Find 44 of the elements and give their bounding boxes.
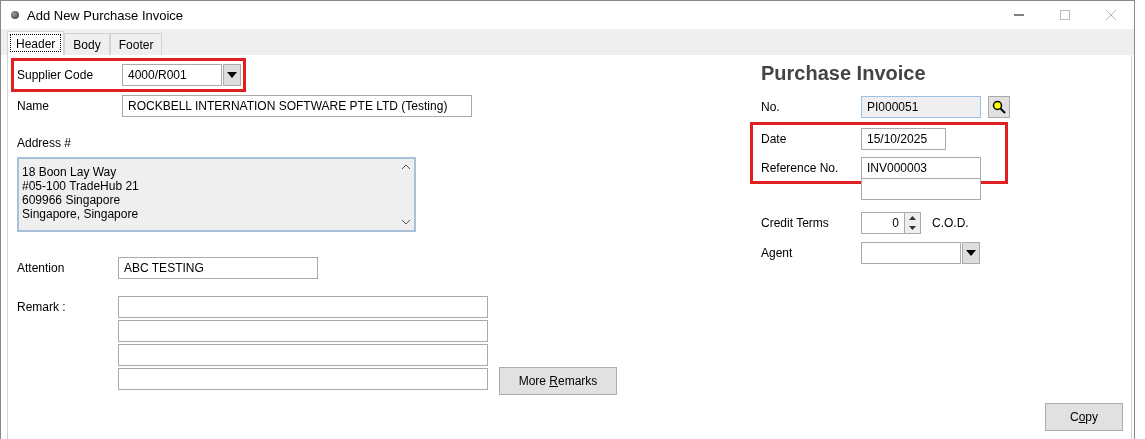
date-field[interactable]: 15/10/2025: [861, 127, 946, 150]
window-title: Add New Purchase Invoice: [27, 7, 184, 23]
copy-button[interactable]: Copy: [1045, 403, 1123, 431]
credit-terms-unit: C.O.D.: [932, 216, 969, 230]
close-icon: [1105, 9, 1117, 21]
field-label: Remark :: [17, 299, 67, 314]
tab[interactable]: Footer: [109, 33, 163, 55]
field-label: Attention: [17, 261, 66, 275]
scroll-down-icon[interactable]: [402, 220, 410, 225]
agent-field[interactable]: [861, 242, 961, 264]
search-button[interactable]: [988, 96, 1010, 118]
remark-field[interactable]: [118, 344, 488, 366]
maximize-icon: [1059, 9, 1071, 21]
form-heading: Purchase Invoice: [760, 62, 927, 86]
dropdown-button[interactable]: [223, 64, 241, 86]
reference-field[interactable]: INV000003: [861, 156, 981, 179]
field-label: Supplier Code: [17, 68, 95, 82]
field-label: Agent: [761, 246, 794, 260]
remark-field[interactable]: [118, 368, 488, 390]
attention-field[interactable]: ABC TESTING: [118, 257, 318, 279]
field-label: Date: [761, 131, 788, 146]
field-label: Address #: [17, 136, 73, 150]
remark-field[interactable]: [118, 296, 488, 318]
spinner-buttons[interactable]: [905, 212, 921, 234]
text-field[interactable]: [861, 178, 981, 200]
caret-icon: [227, 72, 237, 78]
field-label: Name: [17, 99, 50, 113]
field-label: Reference No.: [761, 160, 840, 175]
app-icon: [11, 11, 19, 19]
search-icon: [992, 100, 1006, 114]
caret-icon: [966, 250, 976, 256]
supplier-code-field[interactable]: 4000/R001: [122, 64, 222, 86]
field-label: Credit Terms: [761, 216, 830, 230]
more-remarks-button[interactable]: More Remarks: [499, 367, 617, 395]
dropdown-button[interactable]: [962, 242, 980, 264]
address-field[interactable]: 18 Boon Lay Way #05-100 TradeHub 21 609966 Singapore Singapore, Singapore: [17, 157, 416, 232]
tab[interactable]: Header: [7, 31, 65, 55]
scroll-up-icon[interactable]: [402, 164, 410, 169]
remark-field[interactable]: [118, 320, 488, 342]
tab[interactable]: Body: [64, 33, 110, 55]
credit-terms-field[interactable]: 0: [861, 212, 905, 234]
invoice-number-field[interactable]: PI000051: [861, 96, 981, 118]
field-label: No.: [761, 100, 781, 114]
name-field[interactable]: ROCKBELL INTERNATION SOFTWARE PTE LTD (Testing): [122, 95, 472, 117]
